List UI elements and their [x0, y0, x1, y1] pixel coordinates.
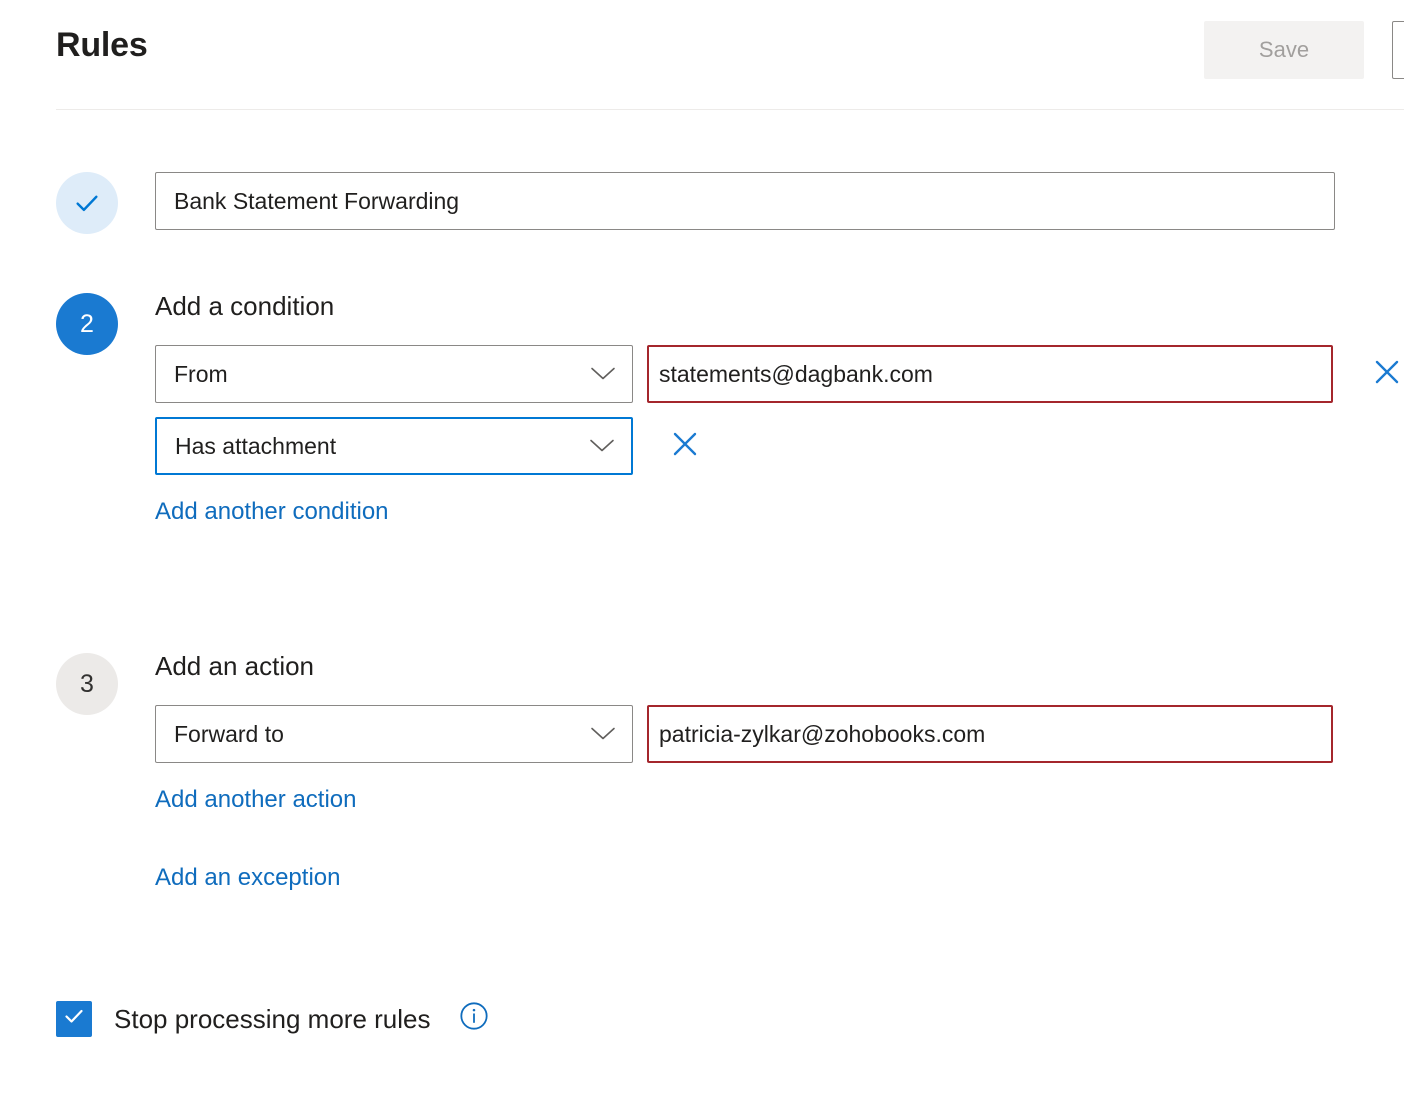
- discard-button[interactable]: Discard: [1392, 21, 1404, 79]
- save-button[interactable]: Save: [1204, 21, 1364, 79]
- step-2-body: Add a condition From: [155, 293, 1404, 524]
- check-icon: [72, 188, 102, 218]
- header-action-buttons: Save Discard: [1204, 21, 1404, 79]
- close-icon: [670, 429, 700, 464]
- step-1-badge: [56, 172, 118, 234]
- condition-value-input-1[interactable]: [647, 345, 1333, 403]
- add-an-exception-link[interactable]: Add an exception: [155, 866, 340, 890]
- page-header: Rules Save Discard: [0, 0, 1404, 110]
- stop-processing-checkbox[interactable]: [56, 1001, 92, 1037]
- info-icon: [458, 1000, 490, 1037]
- stop-processing-label: Stop processing more rules: [114, 1006, 430, 1032]
- chevron-down-icon: [590, 361, 616, 388]
- remove-condition-button-1[interactable]: [1367, 354, 1404, 394]
- step-add-action: 3 Add an action Forward to Add another a…: [56, 653, 1333, 890]
- info-button[interactable]: [458, 1000, 490, 1037]
- condition-type-value-2: Has attachment: [175, 433, 336, 460]
- step-3-badge: 3: [56, 653, 118, 715]
- close-icon: [1372, 357, 1402, 392]
- step-rule-name: [56, 172, 1335, 234]
- add-another-action-link[interactable]: Add another action: [155, 788, 356, 812]
- chevron-down-icon: [590, 721, 616, 748]
- action-value-input-1[interactable]: [647, 705, 1333, 763]
- condition-type-value-1: From: [174, 361, 228, 388]
- condition-type-dropdown-1[interactable]: From: [155, 345, 633, 403]
- step-2-badge: 2: [56, 293, 118, 355]
- action-row-1: Forward to: [155, 705, 1333, 763]
- page-title: Rules: [56, 28, 148, 62]
- rule-name-input[interactable]: [155, 172, 1335, 230]
- check-icon: [62, 1004, 86, 1033]
- action-type-value-1: Forward to: [174, 721, 284, 748]
- chevron-down-icon: [589, 433, 615, 460]
- step-1-body: [155, 172, 1335, 230]
- condition-row-1: From: [155, 345, 1404, 403]
- stop-processing-row: Stop processing more rules: [56, 1000, 490, 1037]
- condition-row-2: Has attachment: [155, 417, 1404, 475]
- step-2-heading: Add a condition: [155, 293, 1404, 319]
- action-type-dropdown-1[interactable]: Forward to: [155, 705, 633, 763]
- remove-condition-button-2[interactable]: [665, 426, 705, 466]
- step-3-body: Add an action Forward to Add another act…: [155, 653, 1333, 890]
- condition-type-dropdown-2[interactable]: Has attachment: [155, 417, 633, 475]
- step-3-heading: Add an action: [155, 653, 1333, 679]
- header-divider: [56, 109, 1404, 110]
- step-add-condition: 2 Add a condition From: [56, 293, 1404, 524]
- add-another-condition-link[interactable]: Add another condition: [155, 500, 389, 524]
